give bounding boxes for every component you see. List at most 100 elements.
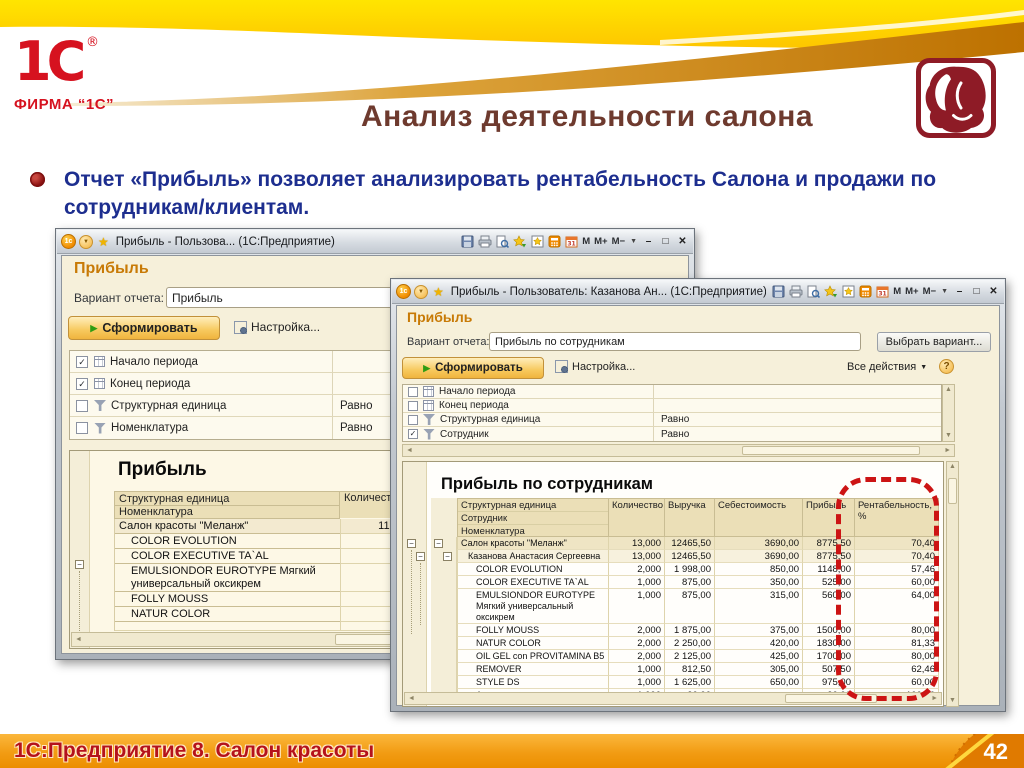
funnel-icon [423,428,435,440]
favorites-icon[interactable] [842,285,855,298]
scroll-down-icon[interactable]: ▼ [942,431,955,441]
filter-row[interactable]: Начало периода [403,385,941,399]
col-employee: Сотрудник [458,512,608,525]
add-favorite-icon[interactable] [824,285,838,298]
filter-checkbox[interactable]: ✓ [76,355,88,368]
cell-name: STYLE DS [457,676,609,689]
memory-plus-button[interactable]: М+ [905,286,918,297]
maximize-button[interactable]: □ [970,286,983,297]
memory-button[interactable]: М [893,286,901,297]
favorite-star-icon[interactable]: ★ [98,235,109,249]
report-row[interactable]: EMULSIONDOR EUROTYPE Мягкий универсальны… [114,563,416,592]
more-icons-chevron[interactable]: ▼ [630,238,637,245]
close-button[interactable]: ✕ [987,286,1000,297]
filter-row[interactable]: Структурная единица Равно [403,413,941,427]
memory-minus-button[interactable]: М− [923,286,936,297]
preview-icon[interactable] [807,285,821,298]
calendar-icon[interactable]: 31 [876,285,889,298]
close-button[interactable]: ✕ [676,236,689,247]
print-icon[interactable] [789,285,803,298]
filter-checkbox[interactable] [408,414,418,425]
scroll-down-icon[interactable]: ▼ [946,696,959,706]
calendar-icon[interactable]: 31 [565,235,578,248]
filter-label: Конец периода [439,400,509,411]
filter-row[interactable]: Конец периода [403,399,941,413]
report-row[interactable]: Салон красоты "Меланж"11,000 [114,518,416,534]
filter-row[interactable]: ✓ Сотрудник Равно [403,427,941,441]
tree-gutter-cell [431,650,457,663]
report-header: Прибыль [407,309,473,325]
tree-expander-icon[interactable]: − [434,539,443,548]
scroll-left-icon[interactable]: ◄ [403,446,416,456]
filter-checkbox[interactable] [76,422,88,434]
minimize-button[interactable]: – [642,236,655,247]
app-dropdown-icon[interactable]: ▼ [414,284,428,299]
choose-variant-button[interactable]: Выбрать вариант... [877,332,991,352]
cell-quantity: 1,000 [609,589,665,624]
more-icons-chevron[interactable]: ▼ [941,288,948,295]
settings-icon [234,320,247,334]
scroll-left-icon[interactable]: ◄ [405,694,418,704]
report-row[interactable]: NATUR COLOR [114,606,416,622]
memory-button[interactable]: М [582,236,590,247]
cell-name: Салон красоты "Меланж" [457,537,609,550]
favorites-icon[interactable] [531,235,544,248]
scroll-left-icon[interactable]: ◄ [72,635,85,645]
col-quantity: Количество [609,498,665,537]
scroll-thumb[interactable] [948,478,957,504]
tree-expander-icon[interactable]: − [75,560,84,569]
filter-checkbox[interactable]: ✓ [408,429,418,439]
scroll-thumb[interactable] [741,446,921,455]
filter-vertical-scrollbar[interactable]: ▲ ▼ [942,384,955,442]
filter-condition [653,385,661,398]
win2-titlebar[interactable]: 1с ▼ ★ Прибыль - Пользователь: Казанова … [392,280,1004,304]
filter-checkbox[interactable] [408,400,418,411]
app-menu-icon[interactable]: 1с [396,284,411,299]
preview-icon[interactable] [496,235,510,248]
memory-plus-button[interactable]: М+ [594,236,607,247]
report-vertical-scrollbar[interactable]: ▲ ▼ [946,461,959,707]
app-menu-icon[interactable]: 1с [61,234,76,249]
filter-checkbox[interactable]: ✓ [76,377,88,390]
tree-expander-icon[interactable]: − [443,552,452,561]
minimize-button[interactable]: – [953,286,966,297]
settings-button[interactable]: Настройка... [555,360,635,373]
scroll-right-icon[interactable]: ► [941,446,954,456]
cell-cost: 3690,00 [715,537,803,550]
add-favorite-icon[interactable] [513,235,527,248]
variant-input[interactable] [489,332,861,351]
memory-minus-button[interactable]: М− [612,236,625,247]
scroll-up-icon[interactable]: ▲ [946,462,959,472]
report-row[interactable]: FOLLY MOUSS [114,591,416,607]
all-actions-button[interactable]: Все действия ▼ [847,361,927,373]
calculator-icon[interactable] [859,285,872,298]
win1-titlebar[interactable]: 1с ▼ ★ Прибыль - Пользова... (1С:Предпри… [57,230,693,254]
col-nomenclature: Номенклатура [458,525,608,536]
report-row[interactable]: COLOR EVOLUTION [114,533,416,549]
maximize-button[interactable]: □ [659,236,672,247]
filter-checkbox[interactable] [408,386,418,397]
scroll-track[interactable] [416,445,941,456]
filter-label: Конец периода [110,377,191,390]
cell-cost: 420,00 [715,637,803,650]
filter-horizontal-scrollbar[interactable]: ◄ ► [402,444,955,457]
filter-checkbox[interactable] [76,399,88,412]
tree-expander-icon[interactable]: − [407,539,416,548]
report-row[interactable]: COLOR EXECUTIVE TA`AL [114,548,416,564]
save-icon[interactable] [772,285,785,298]
help-button[interactable]: ? [939,359,954,374]
scroll-up-icon[interactable]: ▲ [942,385,955,395]
tree-expander-icon[interactable]: − [416,552,425,561]
scroll-right-icon[interactable]: ► [928,694,941,704]
generate-button[interactable]: ▶ Сформировать [402,357,544,379]
cell-name: FOLLY MOUSS [115,591,341,607]
settings-button[interactable]: Настройка... [234,320,320,334]
generate-button[interactable]: ▶ Сформировать [68,316,220,340]
cell-revenue: 875,00 [665,589,715,624]
favorite-star-icon[interactable]: ★ [433,285,444,299]
tree-gutter-cell [431,663,457,676]
calculator-icon[interactable] [548,235,561,248]
app-dropdown-icon[interactable]: ▼ [79,234,93,249]
save-icon[interactable] [461,235,474,248]
print-icon[interactable] [478,235,492,248]
